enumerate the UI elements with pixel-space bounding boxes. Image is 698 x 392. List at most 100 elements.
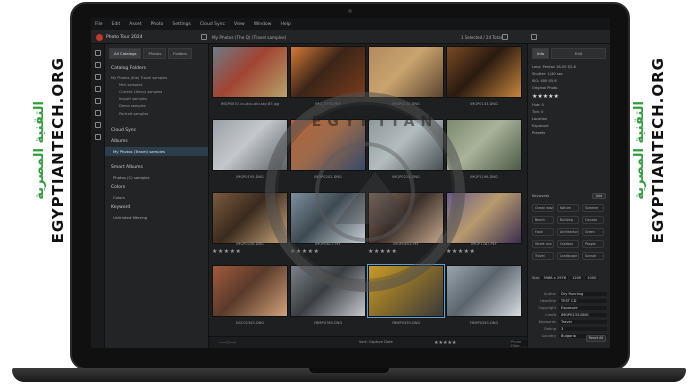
keyword-checkbox[interactable]: Building [557, 216, 579, 224]
keyword-checkbox[interactable]: Street rain [532, 240, 554, 248]
colors-heading[interactable]: Colors [105, 182, 208, 193]
filter-search-input[interactable]: Photo Filter [511, 340, 527, 348]
photo-filename: YBMP0345.DNG [469, 321, 499, 325]
photo-thumbnail[interactable] [446, 46, 522, 98]
photo-thumbnail[interactable] [212, 46, 288, 98]
menu-item[interactable]: File [95, 22, 103, 27]
reset-all-button[interactable]: Reset All [586, 335, 606, 342]
menu-item[interactable]: Photo [151, 22, 164, 27]
keyword-checkbox[interactable]: Architecture [557, 228, 579, 236]
location-row[interactable]: Location [528, 115, 610, 122]
photo-thumbnail[interactable] [290, 46, 366, 98]
keyword-checkbox[interactable]: Landscape [557, 252, 579, 260]
keyword-checkbox[interactable]: Travel [532, 252, 554, 260]
search-icon[interactable] [94, 134, 101, 140]
album-item[interactable]: My Photos (Travel) samples [105, 147, 208, 157]
folder-item[interactable]: Import samples [111, 96, 208, 103]
tab-edit[interactable]: Edit [551, 48, 606, 59]
presets-row[interactable]: Presets [528, 129, 610, 136]
cloud-sync-heading[interactable]: Cloud Sync [105, 125, 208, 136]
menu-item[interactable]: Help [280, 22, 290, 27]
rating-filter-stars[interactable]: ★★★★★ [434, 340, 456, 346]
thumbnail-rating[interactable]: ★★★★★ [212, 248, 288, 255]
dimension-value[interactable]: 3968 x 2976 [541, 276, 569, 280]
print-icon[interactable] [94, 98, 101, 104]
folder-item[interactable]: Portrait samples [111, 110, 208, 117]
collapse-panel-icon[interactable] [502, 34, 508, 40]
photo-cell[interactable]: YBMP0345.DNG [446, 265, 522, 341]
menu-item[interactable]: Settings [172, 22, 190, 27]
keyword-checkbox[interactable]: Ocean wave [532, 204, 554, 212]
metadata-label: Headline [540, 298, 556, 303]
keyword-filter-item[interactable]: Unlimited filtering [105, 213, 208, 222]
metadata-input[interactable]: 3 [559, 326, 607, 331]
keyword-checkbox[interactable]: Food [532, 228, 554, 236]
folder-item[interactable]: Mini samples [111, 81, 208, 88]
metadata-input[interactable]: IMGP0133.DNG [559, 312, 607, 317]
height-value[interactable]: 1000 [585, 276, 599, 280]
photo-cell[interactable]: IMGP0037-ou-dou-abi-sky-85.jpg [212, 46, 288, 122]
keyword-checkbox[interactable]: Sunset [582, 252, 604, 260]
metadata-field: Keywords Travel [528, 318, 610, 325]
add-keyword-button[interactable]: Add [592, 193, 606, 199]
width-value[interactable]: 1200 [570, 276, 584, 280]
folder-item[interactable]: Current Library samples [111, 88, 208, 95]
menu-item[interactable]: Asset [129, 22, 141, 27]
keyword-checkbox[interactable]: People [582, 240, 604, 248]
tab-photos[interactable]: Photos [143, 48, 167, 59]
color-item[interactable]: Colors [105, 193, 208, 202]
photo-thumbnail[interactable] [212, 265, 288, 317]
folder-item[interactable]: Demo samples [111, 103, 208, 110]
photo-filename: YBMP0339.DNG [391, 321, 421, 325]
back-arrow-icon[interactable] [201, 34, 207, 40]
camera-import-icon[interactable] [94, 86, 101, 92]
sort-dropdown[interactable]: Sort: Capture Date [359, 340, 393, 344]
menu-item[interactable]: View [234, 22, 245, 27]
metadata-input[interactable]: Travel [559, 319, 607, 324]
brush-icon[interactable] [94, 110, 101, 116]
keyword-checkbox[interactable]: Beach [532, 216, 554, 224]
albums-heading[interactable]: Albums [105, 136, 208, 147]
photo-cell[interactable]: DSC02345.DNG [212, 265, 288, 341]
menu-item[interactable]: Cloud Sync [200, 22, 225, 27]
keyword-checkbox[interactable]: Outdoor [557, 240, 579, 248]
monitor-icon[interactable] [94, 62, 101, 68]
metadata-input[interactable]: TEST CD [559, 298, 607, 303]
smart-album-item[interactable]: Photos (C) samples [105, 173, 208, 182]
menu-item[interactable]: Edit [112, 22, 121, 27]
photo-thumbnail[interactable] [368, 46, 444, 98]
library-icon[interactable] [94, 74, 101, 80]
keyword-checkbox[interactable]: Summer [582, 204, 604, 212]
tab-all-catalogs[interactable]: All Catalogs [109, 48, 142, 59]
dimension-label: Size [532, 276, 540, 280]
watermark-seal: EGYPTIAN [265, 92, 465, 292]
laptop-notch [309, 368, 389, 373]
keyword-checkbox[interactable]: Canada [582, 216, 604, 224]
catalog-title[interactable]: Photo Tour 2024 [106, 35, 143, 40]
info-panel-icon[interactable] [531, 34, 537, 40]
tab-folders[interactable]: Folders [168, 48, 193, 59]
rating-stars[interactable]: ★★★★★ [528, 91, 610, 101]
thumbnail-rating[interactable]: ★★★★★ [446, 248, 522, 255]
smart-albums-heading[interactable]: Smart Albums [105, 162, 208, 173]
iso-info: ISO: 400 f/5.6 [532, 78, 557, 83]
keyword-row: Travel Landscape Sunset [532, 252, 604, 260]
menu-item[interactable]: Window [254, 22, 272, 27]
tab-info[interactable]: Info [532, 48, 550, 59]
metadata-field: Rating 3 [528, 325, 610, 332]
add-icon[interactable] [94, 50, 101, 56]
photo-thumbnail[interactable] [446, 265, 522, 317]
export-icon[interactable] [94, 122, 101, 128]
catalog-folders-heading[interactable]: Catalog Folders [105, 63, 208, 74]
photo-cell[interactable]: IMGP0133.DNG [446, 46, 522, 122]
zoom-slider[interactable]: ——○—— [219, 340, 237, 344]
keyword-checkbox[interactable]: Nature [557, 204, 579, 212]
metadata-input[interactable]: Dry Running [559, 291, 607, 296]
folder-item[interactable]: My Photos (the) Travel samples [111, 74, 208, 81]
metadata-input[interactable]: Exposure [559, 305, 607, 310]
exposure-row[interactable]: Exposure [528, 122, 610, 129]
metadata-label: Credit [545, 312, 556, 317]
metadata-label: Rating [544, 326, 556, 331]
keywords-heading[interactable]: Keyword [105, 202, 208, 213]
keyword-checkbox[interactable]: Green [582, 228, 604, 236]
